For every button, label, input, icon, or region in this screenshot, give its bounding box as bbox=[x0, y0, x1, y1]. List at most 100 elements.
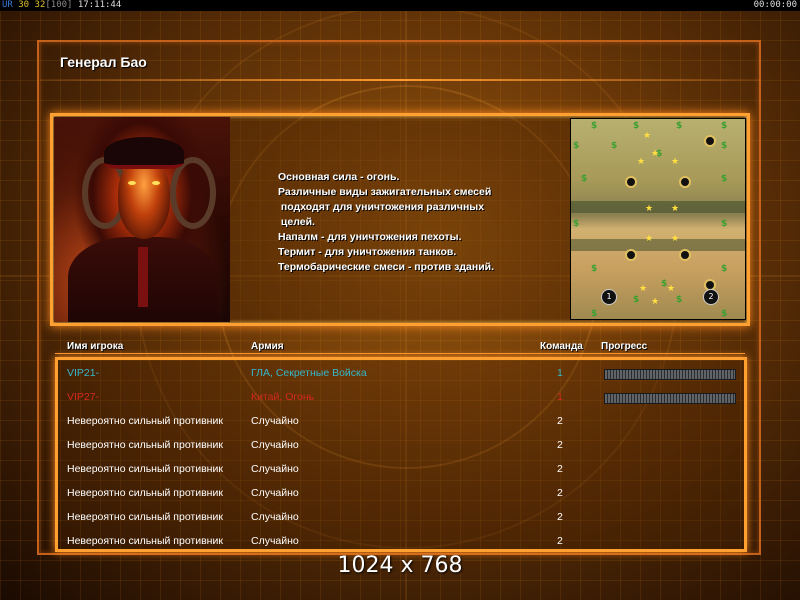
col-header-progress: Прогресс bbox=[601, 341, 648, 352]
map-tech-icon: ★ bbox=[671, 157, 680, 167]
map-oil-derrick-icon bbox=[679, 249, 691, 261]
player-row[interactable]: VIP21- ГЛА, Секретные Войска 1 bbox=[58, 361, 744, 385]
map-oil-derrick-icon bbox=[704, 135, 716, 147]
player-team[interactable]: 2 bbox=[557, 415, 563, 427]
player-name[interactable]: Невероятно сильный противник bbox=[67, 463, 223, 475]
col-header-player: Имя игрока bbox=[67, 341, 124, 352]
player-row[interactable]: Невероятно сильный противник Случайно 2 bbox=[58, 457, 744, 481]
player-army[interactable]: Случайно bbox=[251, 439, 299, 451]
debug-topbar: UR 30 32[100] 17:11:44 00:00:00 bbox=[0, 0, 800, 11]
header-divider bbox=[55, 353, 745, 354]
game-timer: 00:00:00 bbox=[753, 0, 797, 10]
player-army[interactable]: Случайно bbox=[251, 487, 299, 499]
fps-value-c: [100] bbox=[45, 0, 73, 10]
player-name[interactable]: Невероятно сильный противник bbox=[67, 415, 223, 427]
map-tech-icon: ★ bbox=[671, 204, 680, 214]
player-army[interactable]: Случайно bbox=[251, 463, 299, 475]
map-tech-icon: ★ bbox=[671, 234, 680, 244]
player-army[interactable]: Случайно bbox=[251, 535, 299, 547]
map-tech-icon: ★ bbox=[637, 157, 646, 167]
player-army[interactable]: ГЛА, Секретные Войска bbox=[251, 367, 367, 379]
map-supply-icon: $ bbox=[573, 219, 580, 229]
map-supply-icon: $ bbox=[721, 174, 728, 184]
player-team[interactable]: 2 bbox=[557, 487, 563, 499]
map-supply-icon: $ bbox=[591, 309, 598, 319]
map-supply-icon: $ bbox=[676, 121, 683, 131]
map-tech-icon: ★ bbox=[639, 284, 648, 294]
player-team[interactable]: 1 bbox=[557, 391, 563, 403]
player-army[interactable]: Случайно bbox=[251, 511, 299, 523]
map-tech-icon: ★ bbox=[667, 284, 676, 294]
map-start-position-1: 1 bbox=[601, 289, 617, 305]
player-army[interactable]: Случайно bbox=[251, 415, 299, 427]
map-supply-icon: $ bbox=[721, 219, 728, 229]
map-supply-icon: $ bbox=[591, 121, 598, 131]
map-supply-icon: $ bbox=[676, 295, 683, 305]
player-team[interactable]: 2 bbox=[557, 535, 563, 547]
player-row[interactable]: Невероятно сильный противник Случайно 2 bbox=[58, 529, 744, 553]
portrait-eye-right bbox=[152, 181, 160, 185]
portrait-face bbox=[118, 161, 170, 239]
player-name[interactable]: Невероятно сильный противник bbox=[67, 511, 223, 523]
col-header-army: Армия bbox=[251, 341, 284, 352]
resolution-label: 1024 x 768 bbox=[337, 553, 463, 578]
map-preview[interactable]: $ $ $ $ $ $ $ $ $ $ $ $ $ $ $ $ $ $ $ ★ ★ ★ ★ ★ ★ ★ ★ ★ ★ ★ 1 2 bbox=[570, 118, 746, 320]
portrait-cap bbox=[104, 137, 184, 169]
general-description: Основная сила - огонь. Различные виды за… bbox=[278, 170, 558, 275]
player-row[interactable]: Невероятно сильный противник Случайно 2 bbox=[58, 481, 744, 505]
map-supply-icon: $ bbox=[591, 264, 598, 274]
fps-counter: UR 30 32[100] 17:11:44 bbox=[2, 0, 121, 11]
player-name[interactable]: Невероятно сильный противник bbox=[67, 487, 223, 499]
fps-ur: UR bbox=[2, 0, 13, 10]
map-supply-icon: $ bbox=[721, 264, 728, 274]
description-line: Напалм - для уничтожения пехоты. bbox=[278, 231, 462, 243]
general-portrait bbox=[54, 117, 230, 322]
map-tech-icon: ★ bbox=[645, 204, 654, 214]
portrait-tie bbox=[138, 247, 148, 307]
description-line: Основная сила - огонь. bbox=[278, 171, 400, 183]
map-tech-icon: ★ bbox=[651, 297, 660, 307]
fps-value-a: 30 bbox=[18, 0, 30, 10]
player-row[interactable]: Невероятно сильный противник Случайно 2 bbox=[58, 505, 744, 529]
clock: 17:11:44 bbox=[77, 0, 122, 10]
player-army[interactable]: Китай, Огонь bbox=[251, 391, 314, 403]
player-row[interactable]: Невероятно сильный противник Случайно 2 bbox=[58, 409, 744, 433]
map-supply-icon: $ bbox=[633, 295, 640, 305]
player-name[interactable]: Невероятно сильный противник bbox=[67, 535, 223, 547]
map-oil-derrick-icon bbox=[679, 176, 691, 188]
player-row[interactable]: Невероятно сильный противник Случайно 2 bbox=[58, 433, 744, 457]
map-supply-icon: $ bbox=[573, 141, 580, 151]
description-line: Различные виды зажигательных смесей bbox=[278, 186, 492, 198]
map-supply-icon: $ bbox=[633, 121, 640, 131]
player-name[interactable]: VIP27- bbox=[67, 391, 99, 403]
map-supply-icon: $ bbox=[611, 141, 618, 151]
col-header-team: Команда bbox=[540, 341, 583, 352]
load-progress-bar bbox=[604, 393, 736, 404]
map-supply-icon: $ bbox=[721, 309, 728, 319]
map-supply-icon: $ bbox=[581, 174, 588, 184]
page-title: Генерал Бао bbox=[60, 54, 147, 70]
player-row[interactable]: VIP27- Китай, Огонь 1 bbox=[58, 385, 744, 409]
portrait-eye-left bbox=[128, 181, 136, 185]
fps-value-b: 32 bbox=[34, 0, 46, 10]
description-line: Термит - для уничтожения танков. bbox=[278, 246, 457, 258]
player-name[interactable]: VIP21- bbox=[67, 367, 99, 379]
player-team[interactable]: 2 bbox=[557, 511, 563, 523]
load-progress-bar bbox=[604, 369, 736, 380]
map-oil-derrick-icon bbox=[625, 176, 637, 188]
player-team[interactable]: 2 bbox=[557, 439, 563, 451]
player-team[interactable]: 1 bbox=[557, 367, 563, 379]
map-cliff bbox=[571, 201, 745, 213]
map-start-position-2: 2 bbox=[703, 289, 719, 305]
description-line: Термобарические смеси - против зданий. bbox=[278, 261, 495, 273]
description-line: целей. bbox=[278, 216, 315, 228]
map-tech-icon: ★ bbox=[645, 234, 654, 244]
map-oil-derrick-icon bbox=[625, 249, 637, 261]
map-tech-icon: ★ bbox=[643, 131, 652, 141]
description-line: подходят для уничтожения различных bbox=[278, 201, 485, 213]
player-name[interactable]: Невероятно сильный противник bbox=[67, 439, 223, 451]
player-team[interactable]: 2 bbox=[557, 463, 563, 475]
map-supply-icon: $ bbox=[721, 141, 728, 151]
title-divider bbox=[40, 79, 760, 81]
map-supply-icon: $ bbox=[721, 121, 728, 131]
